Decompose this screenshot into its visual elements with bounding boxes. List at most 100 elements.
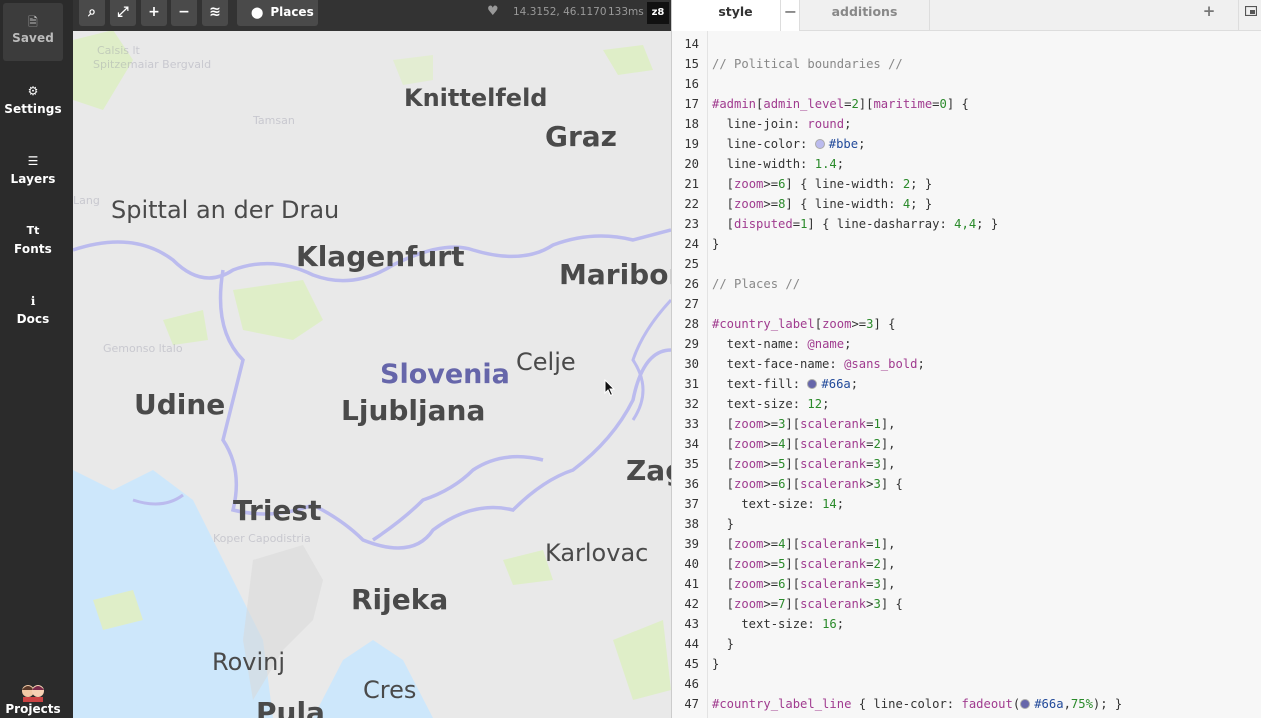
search-icon: ⌕ bbox=[88, 4, 96, 20]
line-number: 39 bbox=[684, 537, 699, 551]
sidebar-item-fonts[interactable]: Tt Fonts bbox=[3, 220, 63, 276]
code-line[interactable]: 28 #country_label[zoom>=3] { bbox=[672, 314, 1261, 334]
code-text: } bbox=[712, 517, 735, 531]
line-number: 30 bbox=[684, 357, 699, 371]
city-label: Graz bbox=[545, 120, 617, 153]
app-window: 🗎 Saved ⚙ Settings ☰ Layers Tt Fonts ℹ D… bbox=[0, 0, 1261, 718]
code-text: [zoom>=4][scalerank=2], bbox=[712, 437, 896, 451]
code-text: } bbox=[712, 237, 720, 251]
code-line[interactable]: 44 } bbox=[672, 634, 1261, 654]
line-number: 45 bbox=[684, 657, 699, 671]
line-number: 25 bbox=[684, 257, 699, 271]
code-line[interactable]: 45} bbox=[672, 654, 1261, 674]
code-line[interactable]: 33 [zoom>=3][scalerank=1], bbox=[672, 414, 1261, 434]
layers-search-icon: ≋ bbox=[209, 4, 221, 20]
layers-query-button[interactable]: ≋ bbox=[202, 0, 228, 26]
line-number: 44 bbox=[684, 637, 699, 651]
code-line[interactable]: 34 [zoom>=4][scalerank=2], bbox=[672, 434, 1261, 454]
line-number: 15 bbox=[684, 57, 699, 71]
code-text: text-size: 16; bbox=[712, 617, 845, 631]
code-line[interactable]: 14 bbox=[672, 34, 1261, 54]
sidebar-item-settings[interactable]: ⚙ Settings bbox=[3, 80, 63, 136]
code-line[interactable]: 27 bbox=[672, 294, 1261, 314]
code-text: [zoom>=4][scalerank=1], bbox=[712, 537, 896, 551]
heart-icon[interactable]: ♥ bbox=[487, 4, 499, 19]
document-icon: 🗎 bbox=[28, 15, 38, 29]
places-button[interactable]: ⬤ Places bbox=[237, 0, 318, 26]
search-button[interactable]: ⌕ bbox=[79, 0, 105, 26]
code-line[interactable]: 38 } bbox=[672, 514, 1261, 534]
map-faint-label: Koper Capodistria bbox=[213, 532, 311, 545]
code-text: text-size: 14; bbox=[712, 497, 845, 511]
map-view[interactable]: Calsis lt Spitzemaiar Bergvald Tamsan La… bbox=[73, 0, 671, 718]
code-line[interactable]: 47 #country_label_line { line-color: fade… bbox=[672, 694, 1261, 714]
code-line[interactable]: 16 bbox=[672, 74, 1261, 94]
sidebar-item-docs[interactable]: ℹ Docs bbox=[3, 290, 63, 346]
tab-additions[interactable]: additions bbox=[800, 0, 930, 31]
code-line[interactable]: 41 [zoom>=6][scalerank=3], bbox=[672, 574, 1261, 594]
mouse-cursor-icon bbox=[604, 379, 616, 397]
code-line[interactable]: 39 [zoom>=4][scalerank=1], bbox=[672, 534, 1261, 554]
tab-label: additions bbox=[831, 4, 898, 19]
sidebar-item-saved[interactable]: 🗎 Saved bbox=[3, 3, 63, 61]
sidebar-item-projects[interactable]: Projects bbox=[3, 682, 63, 718]
zoom-in-button[interactable]: + bbox=[141, 0, 167, 26]
fullscreen-button[interactable]: ⤢ bbox=[110, 0, 136, 26]
code-text: [disputed=1] { line-dasharray: 4,4; } bbox=[712, 217, 999, 231]
editor-tabs: style − additions + bbox=[672, 0, 1261, 31]
code-line[interactable]: 30 text-face-name: @sans_bold; bbox=[672, 354, 1261, 374]
city-label: Cres bbox=[363, 676, 417, 704]
city-label: Rovinj bbox=[212, 648, 286, 676]
city-label: Rijeka bbox=[351, 583, 449, 616]
code-line[interactable]: 36 [zoom>=6][scalerank>3] { bbox=[672, 474, 1261, 494]
code-text: // Places // bbox=[712, 277, 801, 291]
toggle-panel-button[interactable] bbox=[1238, 0, 1261, 31]
code-line[interactable]: 17 #admin[admin_level=2][maritime=0] { bbox=[672, 94, 1261, 114]
layers-icon: ☰ bbox=[27, 154, 39, 168]
code-line[interactable]: 40 [zoom>=5][scalerank=2], bbox=[672, 554, 1261, 574]
sidebar-item-layers[interactable]: ☰ Layers bbox=[3, 150, 63, 206]
code-line[interactable]: 43 text-size: 16; bbox=[672, 614, 1261, 634]
tab-label: style bbox=[718, 4, 753, 19]
code-line[interactable]: 19 line-color: #bbe; bbox=[672, 134, 1261, 154]
line-number: 29 bbox=[684, 337, 699, 351]
code-line[interactable]: 21 [zoom>=6] { line-width: 2; } bbox=[672, 174, 1261, 194]
code-line[interactable]: 26 // Places // bbox=[672, 274, 1261, 294]
code-line[interactable]: 42 [zoom>=7][scalerank>3] { bbox=[672, 594, 1261, 614]
code-line[interactable]: 29 text-name: @name; bbox=[672, 334, 1261, 354]
line-number: 41 bbox=[684, 577, 699, 591]
code-text: text-name: @name; bbox=[712, 337, 852, 351]
code-line[interactable]: 20 line-width: 1.4; bbox=[672, 154, 1261, 174]
code-line[interactable]: 31 text-fill: #66a; bbox=[672, 374, 1261, 394]
code-line[interactable]: 18 line-join: round; bbox=[672, 114, 1261, 134]
city-label: Celje bbox=[516, 348, 576, 376]
coordinates-readout: 14.3152, 46.1170 bbox=[513, 6, 607, 18]
code-line[interactable]: 23 [disputed=1] { line-dasharray: 4,4; } bbox=[672, 214, 1261, 234]
gear-icon: ⚙ bbox=[27, 84, 39, 98]
code-line[interactable]: 37 text-size: 14; bbox=[672, 494, 1261, 514]
add-tab-button[interactable]: + bbox=[1198, 0, 1220, 31]
code-text: [zoom>=6][scalerank>3] { bbox=[712, 477, 903, 491]
sidebar-item-label: Docs bbox=[16, 312, 50, 326]
code-line[interactable]: 24} bbox=[672, 234, 1261, 254]
code-line[interactable]: 15 // Political boundaries // bbox=[672, 54, 1261, 74]
code-text: [zoom>=6][scalerank=3], bbox=[712, 577, 896, 591]
code-line[interactable]: 46 bbox=[672, 674, 1261, 694]
line-number: 21 bbox=[684, 177, 699, 191]
map-toolbar: ⌕ ⤢ + − ≋ ⬤ Places ♥ 14.3152, 46.1170 133… bbox=[73, 0, 671, 31]
expand-icon: ⤢ bbox=[117, 4, 129, 20]
fonts-icon: Tt bbox=[26, 224, 40, 237]
code-text: [zoom>=5][scalerank=2], bbox=[712, 557, 896, 571]
close-tab-button[interactable]: − bbox=[780, 0, 800, 31]
code-line[interactable]: 25 bbox=[672, 254, 1261, 274]
code-line[interactable]: 32 text-size: 12; bbox=[672, 394, 1261, 414]
zoom-out-button[interactable]: − bbox=[171, 0, 197, 26]
code-area[interactable]: 14 15 // Political boundaries // 16 17 #admin… bbox=[672, 34, 1261, 714]
line-number: 32 bbox=[684, 397, 699, 411]
zoom-level-badge: z8 bbox=[647, 2, 669, 24]
plus-icon: + bbox=[148, 4, 160, 20]
line-number: 23 bbox=[684, 217, 699, 231]
code-line[interactable]: 22 [zoom>=8] { line-width: 4; } bbox=[672, 194, 1261, 214]
code-line[interactable]: 35 [zoom>=5][scalerank=3], bbox=[672, 454, 1261, 474]
code-text: #admin[admin_level=2][maritime=0] { bbox=[712, 97, 969, 111]
